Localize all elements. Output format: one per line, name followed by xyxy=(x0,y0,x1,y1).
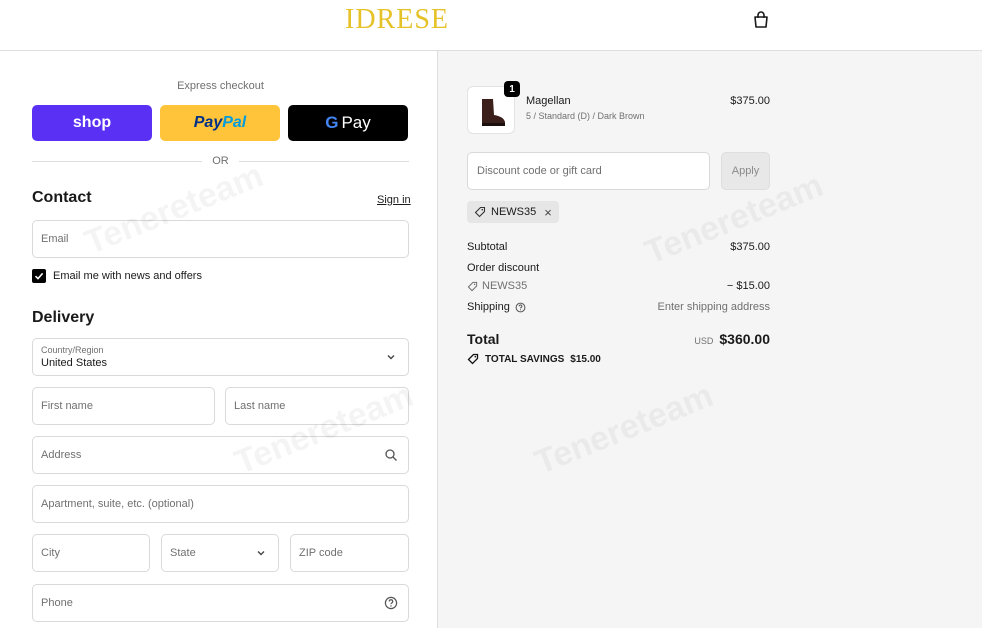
google-g-icon: G xyxy=(325,113,339,132)
applied-code-label: NEWS35 xyxy=(491,206,537,218)
newsletter-checkbox[interactable] xyxy=(32,269,46,283)
address-placeholder: Address xyxy=(41,449,82,461)
shipping-value: Enter shipping address xyxy=(657,301,770,313)
apply-button[interactable]: Apply xyxy=(721,152,770,190)
total-label: Total xyxy=(467,331,500,347)
shop-pay-button[interactable]: shop xyxy=(32,105,152,141)
savings-label: TOTAL SAVINGS xyxy=(485,353,565,365)
paypal-button[interactable]: Pay Pal xyxy=(160,105,280,141)
paypal-label-1: Pay xyxy=(193,114,223,131)
express-checkout-label: Express checkout xyxy=(177,80,264,92)
product-name: Magellan xyxy=(526,95,571,107)
total-row: USD $360.00 xyxy=(638,331,770,347)
savings-value: $15.00 xyxy=(570,353,601,365)
state-placeholder: State xyxy=(170,547,196,559)
zip-placeholder: ZIP code xyxy=(299,547,343,559)
store-logo[interactable]: IDRESE xyxy=(345,4,449,36)
order-summary: 1 Magellan 5 / Standard (D) / Dark Brown… xyxy=(438,51,982,628)
search-icon xyxy=(385,449,397,461)
shop-pay-label: shop xyxy=(72,114,112,131)
product-variant: 5 / Standard (D) / Dark Brown xyxy=(526,111,645,121)
delivery-title: Delivery xyxy=(32,309,95,326)
discount-code-label: NEWS35 xyxy=(482,280,528,292)
applied-discount-chip: NEWS35 × xyxy=(467,201,559,223)
total-value: $360.00 xyxy=(719,331,770,347)
address-field[interactable]: Address xyxy=(32,436,409,474)
shopping-bag-icon[interactable] xyxy=(751,10,771,30)
state-select[interactable]: State xyxy=(161,534,279,572)
discount-placeholder: Discount code or gift card xyxy=(477,165,602,177)
newsletter-label: Email me with news and offers xyxy=(53,270,202,282)
email-field[interactable]: Email xyxy=(32,220,409,258)
country-select[interactable]: Country/Region United States xyxy=(32,338,409,376)
phone-placeholder: Phone xyxy=(41,597,73,609)
google-pay-button[interactable]: G Pay xyxy=(288,105,408,141)
subtotal-value: $375.00 xyxy=(730,241,770,253)
product-price: $375.00 xyxy=(730,95,770,107)
help-circle-icon[interactable] xyxy=(384,596,398,610)
subtotal-label: Subtotal xyxy=(467,241,508,253)
apartment-field[interactable]: Apartment, suite, etc. (optional) xyxy=(32,485,409,523)
tag-icon xyxy=(467,281,478,291)
tag-icon xyxy=(474,206,486,218)
apartment-placeholder: Apartment, suite, etc. (optional) xyxy=(41,498,194,510)
sign-in-link[interactable]: Sign in xyxy=(377,194,411,206)
header: IDRESE xyxy=(0,0,982,51)
shipping-label: Shipping xyxy=(467,301,510,313)
city-placeholder: City xyxy=(41,547,60,559)
city-field[interactable]: City xyxy=(32,534,150,572)
chevron-down-icon xyxy=(387,355,395,360)
google-pay-label: Pay xyxy=(341,113,371,132)
email-placeholder: Email xyxy=(41,233,69,245)
discount-code-row: NEWS35 xyxy=(467,280,527,292)
first-name-placeholder: First name xyxy=(41,400,93,412)
phone-field[interactable]: Phone xyxy=(32,584,409,622)
first-name-field[interactable]: First name xyxy=(32,387,215,425)
last-name-field[interactable]: Last name xyxy=(225,387,409,425)
tag-icon xyxy=(467,353,479,365)
total-currency: USD xyxy=(694,336,714,346)
total-savings-row: TOTAL SAVINGS $15.00 xyxy=(467,353,601,365)
country-value: United States xyxy=(41,357,108,369)
chevron-down-icon xyxy=(257,551,265,556)
contact-title: Contact xyxy=(32,189,92,206)
shipping-row: Shipping xyxy=(467,301,526,313)
zip-field[interactable]: ZIP code xyxy=(290,534,409,572)
paypal-label-2: Pal xyxy=(222,114,247,131)
newsletter-row[interactable]: Email me with news and offers xyxy=(32,269,202,283)
order-discount-label: Order discount xyxy=(467,262,540,274)
discount-value: − $15.00 xyxy=(726,280,770,292)
or-divider: OR xyxy=(32,154,409,168)
checkmark-icon xyxy=(34,272,44,280)
last-name-placeholder: Last name xyxy=(234,400,286,412)
remove-discount-icon[interactable]: × xyxy=(544,205,552,220)
discount-code-input[interactable]: Discount code or gift card xyxy=(467,152,710,190)
checkout-form: Express checkout shop Pay Pal G Pay OR Co… xyxy=(0,51,438,628)
country-label: Country/Region xyxy=(41,345,104,355)
help-circle-icon[interactable] xyxy=(515,302,526,313)
quantity-badge: 1 xyxy=(504,81,520,97)
